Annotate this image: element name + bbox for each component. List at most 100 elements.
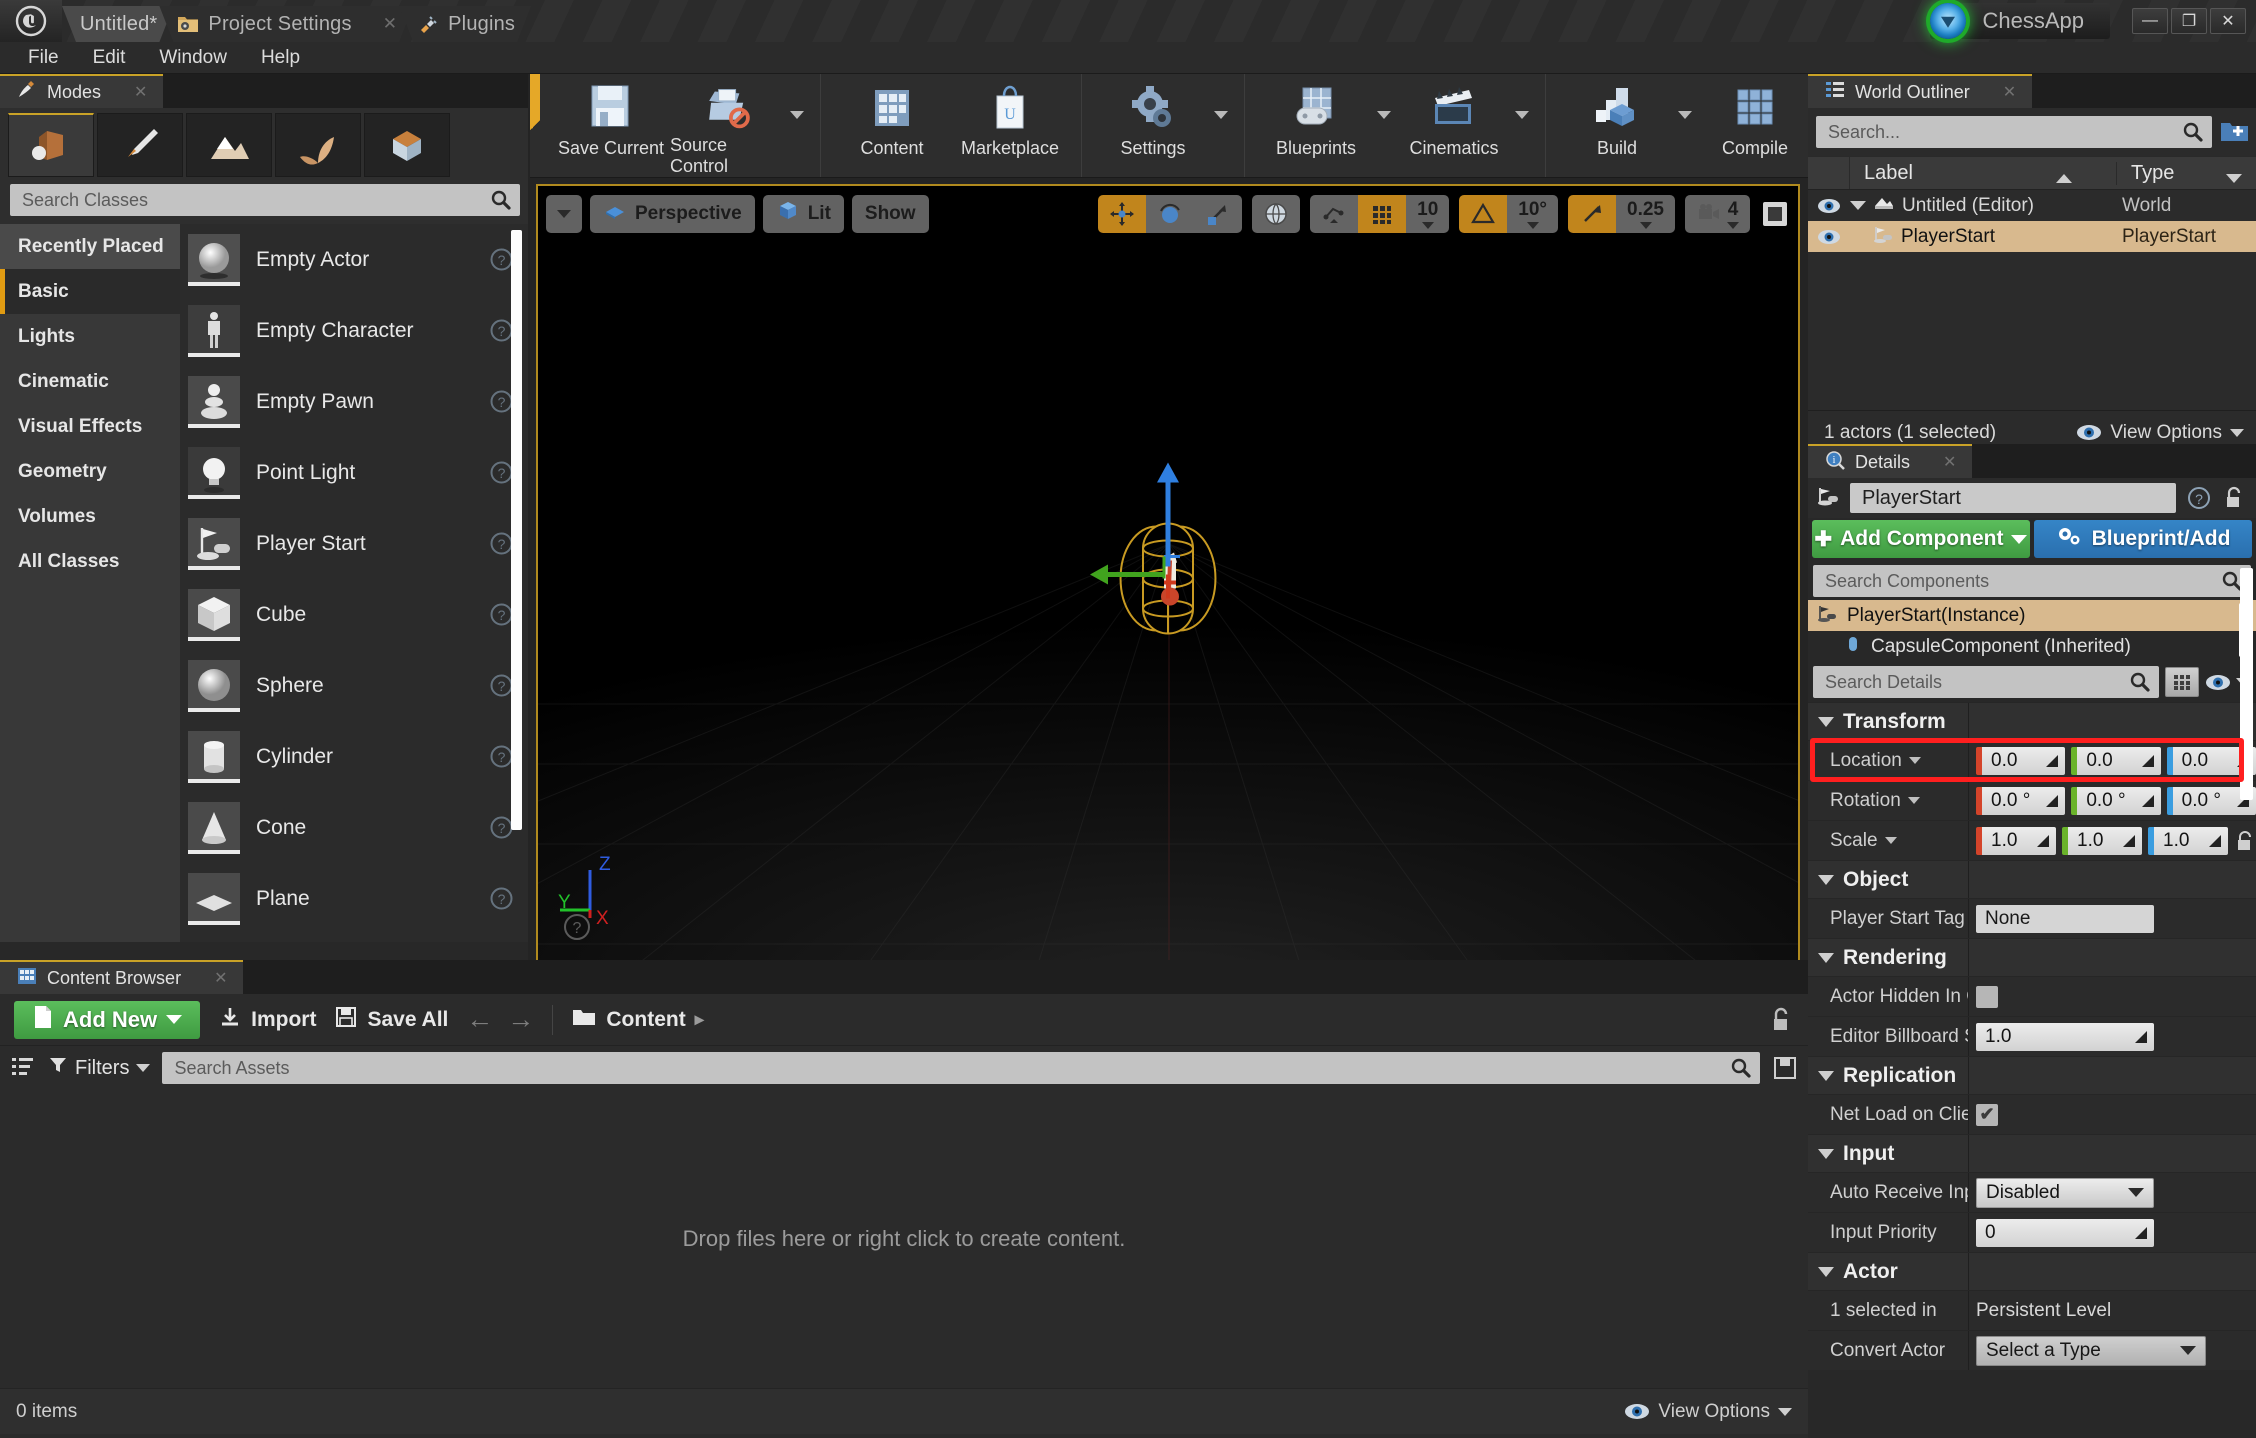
list-item[interactable]: PlayerStart(Instance) — [1808, 600, 2256, 631]
chevron-down-icon[interactable] — [1908, 757, 1921, 764]
details-scrollbar[interactable] — [2240, 568, 2253, 800]
category-visual-effects[interactable]: Visual Effects — [0, 404, 180, 449]
viewport-options-menu[interactable] — [546, 195, 582, 233]
close-icon[interactable]: ✕ — [214, 968, 227, 988]
rotation-snap-toggle[interactable] — [1459, 195, 1508, 233]
list-item[interactable]: Plane ? — [180, 863, 528, 934]
scale-snap-value[interactable]: 0.25 — [1616, 195, 1675, 233]
scale-x-input[interactable]: 1.0 — [1976, 826, 2056, 855]
surface-snap-icon[interactable] — [1310, 195, 1359, 233]
section-header-object[interactable]: Object — [1808, 860, 2256, 898]
location-y-input[interactable]: 0.0 — [2071, 746, 2161, 775]
question-icon[interactable]: ? — [489, 886, 514, 911]
asset-search-input[interactable]: Search Assets — [162, 1052, 1760, 1084]
eye-icon[interactable] — [1808, 198, 1850, 214]
list-item[interactable]: Cylinder ? — [180, 721, 528, 792]
breadcrumb-arrow[interactable]: ▸ — [695, 1009, 704, 1030]
section-header-transform[interactable]: Transform — [1808, 702, 2256, 740]
actor-hidden-checkbox[interactable] — [1976, 985, 1998, 1008]
source-control-button[interactable]: Source Control — [670, 74, 788, 177]
show-menu-button[interactable]: Show — [851, 195, 929, 233]
window-tab-plugins[interactable]: Plugins — [399, 6, 531, 42]
list-item[interactable]: Sphere ? — [180, 650, 528, 721]
spinner-icon[interactable] — [2133, 1029, 2149, 1045]
filter-list-icon[interactable] — [10, 1054, 36, 1083]
placement-scrollbar[interactable] — [511, 230, 522, 830]
back-arrow-icon[interactable]: ← — [466, 1004, 493, 1035]
player-start-tag-input[interactable]: None — [1976, 904, 2154, 933]
actor-name-input[interactable]: PlayerStart — [1850, 483, 2176, 513]
details-search-input[interactable]: Search Details — [1813, 666, 2159, 698]
add-folder-icon[interactable] — [2220, 119, 2250, 145]
spinner-icon[interactable] — [2140, 793, 2156, 809]
menu-help[interactable]: Help — [247, 44, 314, 72]
maximize-button[interactable]: ❐ — [2171, 8, 2207, 34]
section-header-rendering[interactable]: Rendering — [1808, 938, 2256, 976]
table-row[interactable]: PlayerStart PlayerStart — [1808, 221, 2256, 252]
question-icon[interactable]: ? — [562, 912, 592, 942]
category-all-classes[interactable]: All Classes — [0, 539, 180, 584]
paint-mode-icon[interactable] — [97, 112, 183, 177]
cinematics-button[interactable]: Cinematics — [1395, 74, 1513, 177]
table-row[interactable]: Untitled (Editor) World — [1808, 190, 2256, 221]
scale-tool-button[interactable] — [1194, 195, 1243, 233]
spinner-icon[interactable] — [2133, 1225, 2149, 1241]
section-header-actor[interactable]: Actor — [1808, 1252, 2256, 1290]
search-classes-input[interactable]: Search Classes — [10, 184, 520, 216]
tab-close-icon[interactable]: ✕ — [383, 14, 397, 34]
menu-file[interactable]: File — [14, 44, 73, 72]
category-geometry[interactable]: Geometry — [0, 449, 180, 494]
close-icon[interactable]: ✕ — [134, 82, 147, 102]
blueprints-dropdown[interactable] — [1375, 74, 1395, 177]
eye-icon[interactable] — [1808, 229, 1850, 245]
globe-icon[interactable] — [1252, 195, 1301, 233]
net-load-checkbox[interactable]: ✔ — [1976, 1103, 1998, 1126]
foliage-mode-icon[interactable] — [275, 112, 361, 177]
source-control-dropdown[interactable] — [788, 74, 808, 177]
filters-button[interactable]: Filters — [48, 1055, 151, 1081]
outliner-search-input[interactable]: Search... — [1816, 116, 2212, 148]
close-icon[interactable]: ✕ — [2003, 82, 2016, 102]
category-volumes[interactable]: Volumes — [0, 494, 180, 539]
outliner-type-column[interactable]: Type — [2116, 161, 2256, 185]
geometry-mode-icon[interactable] — [364, 112, 450, 177]
question-icon[interactable]: ? — [2186, 485, 2212, 511]
tab-content-browser[interactable]: Content Browser ✕ — [0, 960, 244, 994]
expander-icon[interactable] — [1850, 201, 1866, 210]
chevron-down-icon[interactable] — [1907, 797, 1920, 804]
category-recently-placed[interactable]: Recently Placed — [0, 224, 180, 269]
list-item[interactable]: Cube ? — [180, 579, 528, 650]
grid-view-icon[interactable] — [2165, 667, 2199, 697]
playerstart-gizmo[interactable] — [1068, 448, 1268, 733]
input-priority-input[interactable]: 0 — [1976, 1218, 2154, 1247]
rotate-tool-button[interactable] — [1146, 195, 1195, 233]
marketplace-button[interactable]: U Marketplace — [951, 74, 1069, 177]
camera-speed-control[interactable]: 4 — [1685, 195, 1750, 233]
forward-arrow-icon[interactable]: → — [507, 1004, 534, 1035]
chevron-down-icon[interactable] — [1884, 837, 1897, 844]
spinner-icon[interactable] — [2035, 833, 2051, 849]
list-item[interactable]: Empty Character ? — [180, 295, 528, 366]
grid-snap-toggle[interactable] — [1358, 195, 1407, 233]
spinner-icon[interactable] — [2140, 753, 2156, 769]
tab-world-outliner[interactable]: World Outliner ✕ — [1808, 74, 2033, 108]
breadcrumb[interactable]: Content ▸ — [571, 1006, 704, 1034]
tab-details[interactable]: i Details ✕ — [1808, 444, 1973, 478]
content-view-options-button[interactable]: View Options — [1624, 1401, 1792, 1423]
rotation-x-input[interactable]: 0.0 ° — [1976, 786, 2066, 815]
add-component-button[interactable]: ✚ Add Component — [1812, 520, 2030, 558]
spinner-icon[interactable] — [2207, 833, 2223, 849]
scale-lock-icon[interactable] — [2234, 829, 2256, 853]
save-current-button[interactable]: Save Current — [552, 74, 670, 177]
rotation-y-input[interactable]: 0.0 ° — [2071, 786, 2161, 815]
outliner-view-options-button[interactable]: View Options — [2076, 422, 2244, 444]
spinner-icon[interactable] — [2044, 753, 2060, 769]
asset-drop-area[interactable]: Drop files here or right click to create… — [0, 1090, 1808, 1388]
minimize-button[interactable]: — — [2132, 8, 2168, 34]
convert-actor-select[interactable]: Select a Type — [1976, 1335, 2206, 1366]
place-mode-icon[interactable] — [8, 112, 94, 177]
list-item[interactable]: CapsuleComponent (Inherited) — [1808, 631, 2256, 662]
unlock-icon[interactable] — [1768, 1005, 1794, 1035]
save-all-button[interactable]: Save All — [334, 1005, 448, 1035]
component-search-input[interactable]: Search Components — [1813, 565, 2251, 597]
